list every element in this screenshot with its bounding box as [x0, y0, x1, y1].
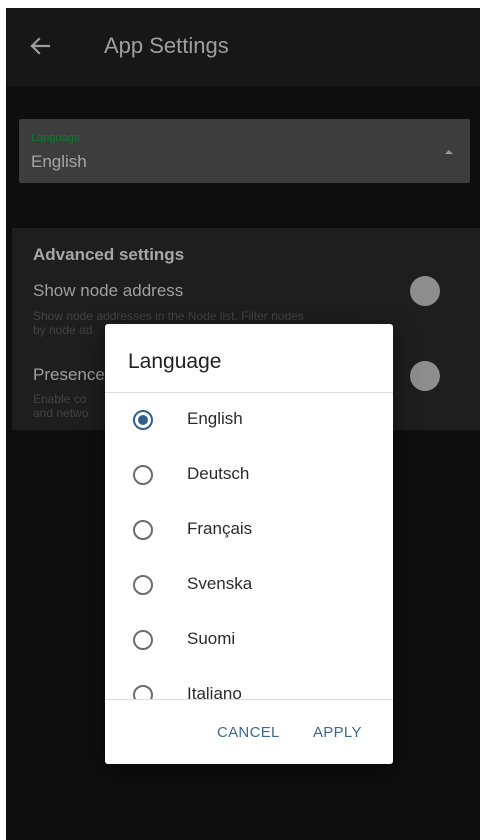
language-dialog: Language English Deutsch Français Svensk…	[105, 324, 393, 764]
radio-unchecked-icon[interactable]	[133, 465, 153, 485]
radio-unchecked-icon[interactable]	[133, 575, 153, 595]
radio-unchecked-icon[interactable]	[133, 630, 153, 650]
language-option-francais[interactable]: Français	[105, 503, 393, 558]
language-option-label: Deutsch	[187, 464, 250, 483]
language-option-label: English	[187, 409, 243, 428]
radio-checked-icon[interactable]	[133, 410, 153, 430]
language-option-label: Svenska	[187, 574, 253, 593]
language-option-label: Français	[187, 519, 253, 538]
cancel-button[interactable]: CANCEL	[217, 724, 280, 741]
app-screen: App Settings Language English Advanced s…	[6, 8, 480, 840]
language-option-suomi[interactable]: Suomi	[105, 613, 393, 668]
apply-button[interactable]: APPLY	[313, 724, 362, 741]
language-option-svenska[interactable]: Svenska	[105, 558, 393, 613]
language-option-list[interactable]: English Deutsch Français Svenska Suomi I…	[105, 393, 393, 699]
language-option-deutsch[interactable]: Deutsch	[105, 448, 393, 503]
language-option-italiano[interactable]: Italiano	[105, 668, 393, 699]
language-option-label: Suomi	[187, 629, 236, 648]
radio-unchecked-icon[interactable]	[133, 520, 153, 540]
radio-unchecked-icon[interactable]	[133, 685, 153, 699]
dialog-divider	[105, 699, 393, 700]
dialog-title: Language	[128, 350, 222, 373]
language-option-label: Italiano	[187, 684, 242, 699]
language-option-english[interactable]: English	[105, 393, 393, 448]
